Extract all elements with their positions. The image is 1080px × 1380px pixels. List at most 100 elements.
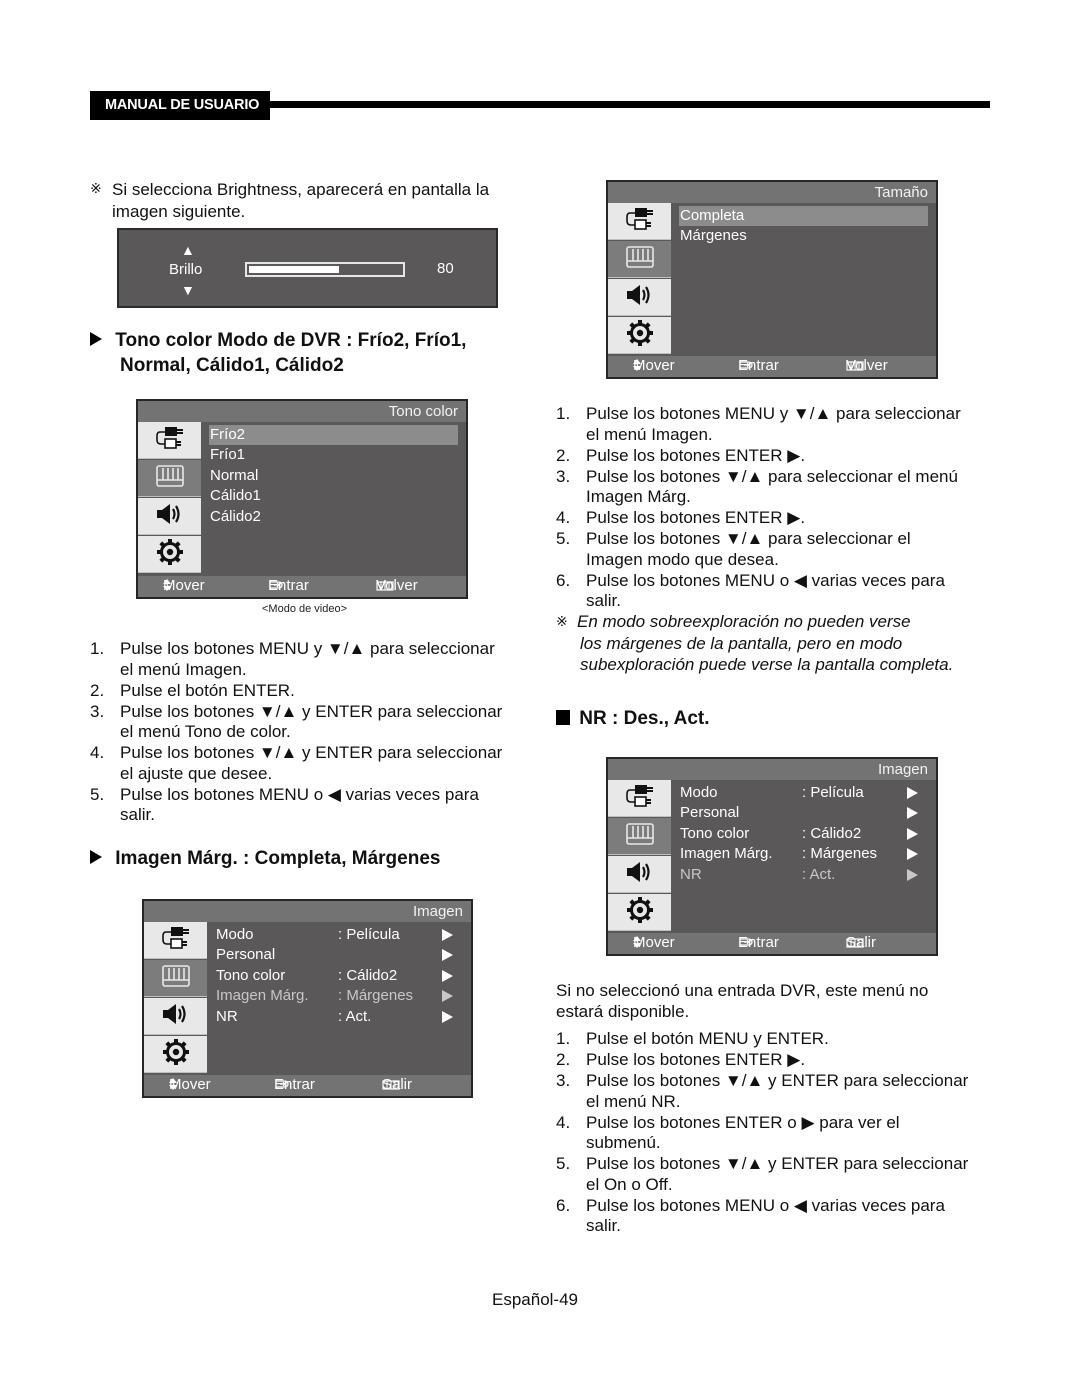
step-line2: salir. bbox=[120, 805, 155, 824]
gear-icon bbox=[162, 1038, 190, 1070]
tono-heading: Tono color Modo de DVR : Frío2, Frío1, bbox=[90, 328, 466, 353]
footer-hint-enter[interactable]: Entrar bbox=[268, 577, 309, 594]
sidebar-item-gear[interactable] bbox=[144, 1036, 207, 1073]
speaker-icon bbox=[625, 859, 655, 889]
footer-hint-back[interactable]: Salir bbox=[382, 1076, 412, 1093]
step-line1: Pulse los botones ▼/▲ para seleccionar e… bbox=[586, 466, 958, 486]
menu-option[interactable]: Completa bbox=[679, 206, 928, 226]
sidebar-item-speaker[interactable] bbox=[138, 498, 201, 535]
menu-row[interactable]: Tono color: Cálido2 bbox=[207, 966, 471, 986]
sidebar-item-input-plug[interactable] bbox=[608, 780, 671, 817]
bullet-square-icon bbox=[556, 710, 570, 725]
step-line2: submenú. bbox=[586, 1133, 661, 1152]
chevron-right-icon bbox=[907, 787, 918, 799]
osd-title-bar: Tamaño bbox=[608, 182, 936, 203]
step-line2: salir. bbox=[586, 1216, 621, 1235]
sidebar-item-speaker[interactable] bbox=[144, 998, 207, 1035]
menu-row[interactable]: Personal bbox=[671, 803, 936, 823]
menu-row-key: Imagen Márg. bbox=[680, 845, 773, 863]
step-item: 4. Pulse los botones ▼/▲ y ENTER para sel… bbox=[90, 743, 540, 784]
menu-row[interactable]: Personal bbox=[207, 945, 471, 965]
sidebar-item-gear[interactable] bbox=[608, 317, 671, 354]
osd-rows: Modo: Película Personal Tono color: Cálido… bbox=[207, 922, 471, 1075]
sidebar-item-input-plug[interactable] bbox=[138, 422, 201, 459]
sidebar-item-speaker[interactable] bbox=[608, 856, 671, 893]
step-number: 1. bbox=[90, 639, 105, 658]
menu-row[interactable]: Modo: Película bbox=[207, 925, 471, 945]
menu-row[interactable]: Imagen Márg. : Márgenes bbox=[207, 986, 471, 1006]
menu-option[interactable]: Márgenes bbox=[679, 226, 928, 246]
sidebar-item-gear[interactable] bbox=[138, 536, 201, 573]
footer-hint-back[interactable]: Salir bbox=[846, 934, 876, 951]
imagen-osd-marg: Imagen Modo: Película Personal Tono color:… bbox=[142, 899, 473, 1098]
footer-hint-back[interactable]: Volver bbox=[376, 577, 418, 594]
osd-rows: Modo: Película Personal Tono color: Cálido… bbox=[671, 780, 936, 933]
sidebar-item-picture[interactable] bbox=[608, 241, 671, 278]
footer-hint-move[interactable]: Mover bbox=[633, 934, 675, 951]
osd-footer: Mover Entrar Volver bbox=[138, 576, 466, 597]
osd-options: Frío2 Frío1 Normal Cálido1 Cálido2 bbox=[201, 422, 466, 576]
osd-sidebar bbox=[138, 422, 201, 576]
menu-row-key: NR bbox=[216, 1007, 238, 1025]
footer-hint-move[interactable]: Mover bbox=[633, 357, 675, 374]
menu-option[interactable]: Normal bbox=[209, 466, 458, 486]
menu-option[interactable]: Frío2 bbox=[209, 425, 458, 445]
step-line1: Pulse los botones ▼/▲ y ENTER para selec… bbox=[120, 743, 503, 762]
imagen-osd-nr: Imagen Modo: Película Personal Tono color:… bbox=[606, 757, 938, 956]
menu-row[interactable]: NR: Act. bbox=[671, 865, 936, 885]
chevron-right-icon bbox=[442, 969, 453, 982]
sidebar-item-gear[interactable] bbox=[608, 894, 671, 931]
menu-row[interactable]: Tono color: Cálido2 bbox=[671, 824, 936, 844]
step-number: 6. bbox=[556, 1195, 571, 1215]
menu-row-key: Imagen Márg. bbox=[216, 987, 309, 1005]
step-line1: Pulse los botones ▼/▲ y ENTER para selec… bbox=[120, 701, 503, 721]
menu-row[interactable]: NR: Act. bbox=[207, 1007, 471, 1027]
menu-row-key: Modo bbox=[680, 784, 718, 801]
header-rule bbox=[270, 101, 990, 108]
note-mark: ※ bbox=[556, 613, 568, 629]
gear-icon bbox=[156, 538, 184, 570]
bullet-triangle-icon bbox=[90, 850, 102, 864]
tono-steps: 1. Pulse los botones MENU y ▼/▲ para sele… bbox=[90, 639, 540, 826]
updown-arrows-icon bbox=[633, 358, 641, 375]
sidebar-item-picture[interactable] bbox=[138, 460, 201, 497]
footer-hint-enter[interactable]: Entrar bbox=[738, 934, 779, 951]
footer-hint-back[interactable]: Volver bbox=[846, 357, 888, 374]
step-line1: Pulse el botón ENTER. bbox=[120, 680, 295, 700]
updown-arrows-icon bbox=[163, 578, 171, 595]
sidebar-item-input-plug[interactable] bbox=[144, 922, 207, 959]
step-number: 2. bbox=[556, 1050, 571, 1069]
tono-heading-line2: Normal, Cálido1, Cálido2 bbox=[120, 355, 344, 376]
enter-icon bbox=[274, 1077, 290, 1094]
step-line2: el ajuste que desee. bbox=[120, 763, 273, 783]
step-number: 4. bbox=[556, 508, 571, 527]
sidebar-item-input-plug[interactable] bbox=[608, 203, 671, 240]
step-number: 3. bbox=[556, 1071, 571, 1090]
sidebar-item-picture[interactable] bbox=[608, 818, 671, 855]
step-number: 4. bbox=[90, 743, 105, 762]
menu-row-value: : Márgenes bbox=[802, 845, 878, 863]
menu-option[interactable]: Cálido2 bbox=[209, 507, 458, 527]
note-mark: ※ bbox=[90, 180, 102, 196]
step-item: 1. Pulse los botones MENU y ▼/▲ para sele… bbox=[556, 404, 1006, 445]
menu-option[interactable]: Cálido1 bbox=[209, 486, 458, 506]
sidebar-item-picture[interactable] bbox=[144, 960, 207, 997]
osd-footer: Mover Entrar Volver bbox=[608, 356, 936, 377]
footer-hint-enter[interactable]: Entrar bbox=[738, 357, 779, 374]
menu-row-value: : Márgenes bbox=[338, 987, 414, 1005]
step-number: 2. bbox=[556, 445, 571, 465]
footer-hint-move[interactable]: Mover bbox=[169, 1076, 211, 1093]
tono-color-osd: Tono color Frío2 Frío1 Normal Cálido1 Cálido… bbox=[136, 399, 468, 599]
menu-row[interactable]: Modo: Película bbox=[671, 783, 936, 803]
menu-option[interactable]: Frío1 bbox=[209, 445, 458, 465]
menu-row-key: Personal bbox=[216, 946, 276, 964]
brightness-slider[interactable] bbox=[245, 262, 405, 277]
footer-hint-move[interactable]: Mover bbox=[163, 577, 205, 594]
manual-header-tag: MANUAL DE USUARIO bbox=[90, 91, 270, 120]
footer-hint-enter[interactable]: Entrar bbox=[274, 1076, 315, 1093]
osd-title: Tamaño bbox=[874, 184, 928, 201]
brightness-value: 80 bbox=[437, 260, 454, 277]
input-plug-icon bbox=[623, 205, 657, 237]
menu-row[interactable]: Imagen Márg. : Márgenes bbox=[671, 844, 936, 864]
sidebar-item-speaker[interactable] bbox=[608, 279, 671, 316]
